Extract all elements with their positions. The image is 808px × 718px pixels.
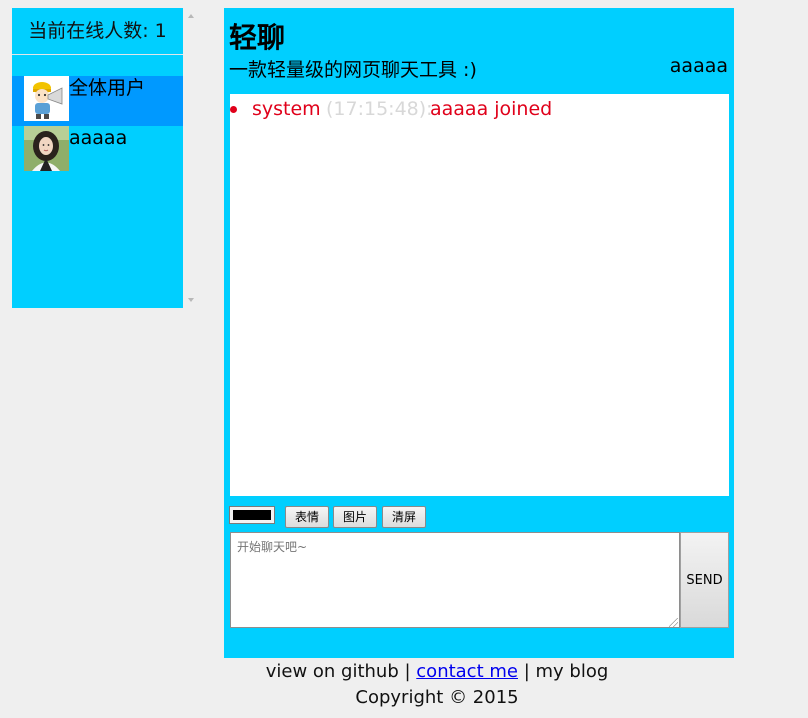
send-button[interactable]: SEND [680, 532, 729, 628]
message-list: system (17:15:48): aaaaa joined [230, 94, 729, 496]
online-count-label: 当前在线人数: 1 [12, 8, 183, 55]
user-name: aaaaa [69, 127, 128, 149]
footer-separator: | [517, 661, 536, 682]
chat-panel: 轻聊 一款轻量级的网页聊天工具 :) aaaaa system (17:15:4… [224, 8, 734, 658]
footer-links: view on github | contact me | my blog [0, 661, 808, 682]
app-subtitle: 一款轻量级的网页聊天工具 :) [229, 59, 477, 81]
message-input[interactable] [230, 532, 680, 628]
user-name: 全体用户 [69, 77, 146, 99]
message-time: (17:15:48): [326, 98, 433, 120]
user-photo-avatar [24, 126, 69, 171]
user-item-all[interactable]: 全体用户 [12, 76, 183, 126]
scroll-down-arrow-icon[interactable] [188, 298, 194, 302]
footer-separator: | [398, 661, 417, 682]
message-sender: system [252, 98, 321, 120]
sidebar-scrollbar[interactable] [183, 8, 200, 308]
clear-screen-button[interactable]: 清屏 [382, 506, 426, 528]
user-item-aaaaa[interactable]: aaaaa [12, 126, 183, 176]
copyright-text: Copyright © 2015 [355, 687, 519, 708]
image-button[interactable]: 图片 [333, 506, 377, 528]
chat-toolbar: 表情 图片 清屏 [229, 506, 729, 528]
scroll-up-arrow-icon[interactable] [188, 14, 194, 18]
app-title: 轻聊 [229, 21, 286, 54]
color-picker[interactable] [229, 506, 275, 524]
blog-link[interactable]: my blog [536, 661, 609, 682]
contact-link[interactable]: contact me [416, 661, 518, 682]
message-content: aaaaa joined [430, 98, 553, 120]
online-users-sidebar: 当前在线人数: 1 全体用户 aaaaa [12, 8, 183, 308]
resize-handle-icon[interactable] [669, 618, 678, 627]
color-swatch [233, 510, 271, 520]
emoji-button[interactable]: 表情 [285, 506, 329, 528]
github-link[interactable]: view on github [266, 661, 399, 682]
current-username: aaaaa [669, 55, 728, 77]
bullet-icon [230, 106, 237, 113]
user-list: 全体用户 aaaaa [12, 76, 183, 176]
megaphone-cartoon-icon [24, 76, 69, 121]
